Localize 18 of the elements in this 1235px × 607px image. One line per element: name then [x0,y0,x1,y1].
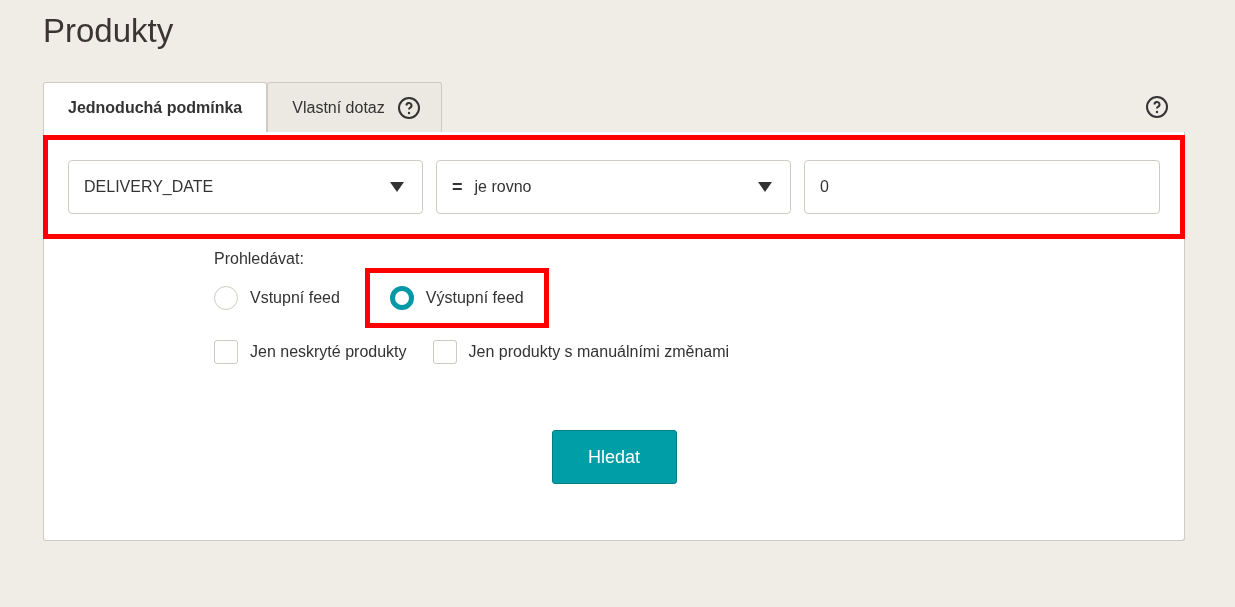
radio-button[interactable] [389,286,414,310]
caret-icon [390,182,404,192]
help-icon[interactable] [1145,95,1169,119]
help-icon[interactable] [396,95,421,120]
tab[interactable]: Jednoduchá podmínka [43,82,268,132]
search-in-label: Prohledávat: [214,250,305,268]
value-input[interactable]: 0 [804,160,1160,214]
checkbox[interactable] [432,340,457,364]
operator-dropdown[interactable]: = je rovno [436,160,791,214]
checkbox[interactable] [214,340,238,364]
field-dropdown[interactable]: DELIVERY_DATE [68,160,423,214]
page-title: Produkty [43,12,175,50]
tab[interactable]: Vlastní dotaz [267,82,442,132]
radio-label: Výstupní feed [425,289,524,307]
radio-label: Vstupní feed [250,289,340,307]
checkbox-label: Jen produkty s manuálními změnami [468,343,730,361]
checkbox-label: Jen neskryté produkty [250,343,407,361]
caret-icon [758,182,772,192]
